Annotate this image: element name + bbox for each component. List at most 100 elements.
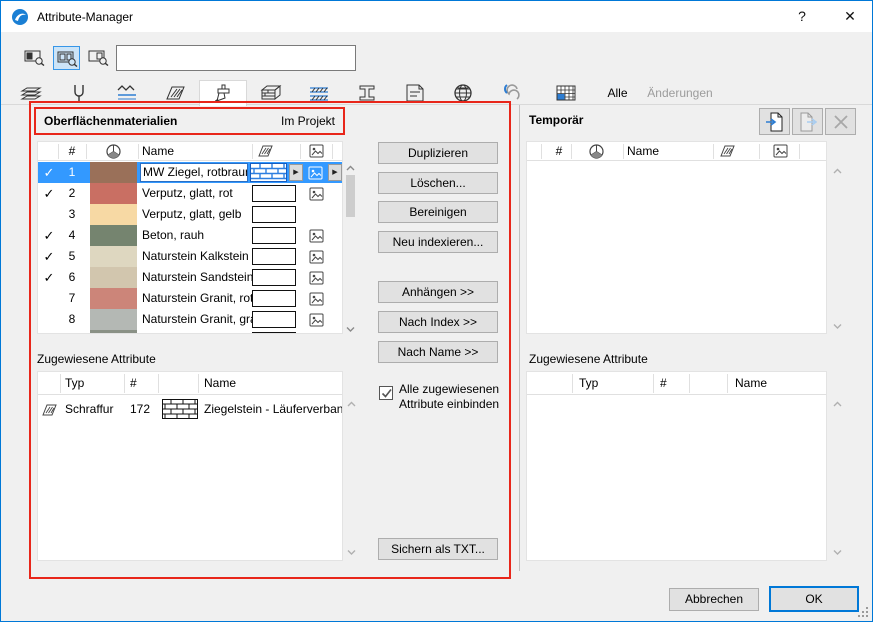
- assigned-attributes-table: Typ # Name Schraffur 172 Ziegelstein - L…: [37, 371, 343, 561]
- texture-icon: [309, 313, 324, 327]
- fill-dropdown-button[interactable]: ▶: [289, 164, 303, 181]
- scroll-up-icon[interactable]: [830, 397, 845, 411]
- row-check: ✓: [43, 228, 55, 243]
- table-row[interactable]: ✓ 4 Beton, rauh: [38, 225, 342, 246]
- fill-types-icon: [166, 86, 185, 100]
- assigned-attributes-title: Zugewiesene Attribute: [37, 352, 156, 366]
- scroll-down-icon[interactable]: [344, 545, 359, 559]
- neu-indexieren-button[interactable]: Neu indexieren...: [378, 231, 498, 253]
- scroll-down-icon[interactable]: [830, 545, 845, 559]
- tab-mep-systems[interactable]: [542, 80, 590, 105]
- anhaengen-button[interactable]: Anhängen >>: [378, 281, 498, 303]
- zone-categories-icon: [406, 84, 424, 102]
- nach-name-button[interactable]: Nach Name >>: [378, 341, 498, 363]
- texture-button[interactable]: [304, 163, 326, 182]
- tab-pens[interactable]: [55, 80, 103, 105]
- layers-icon: [20, 87, 42, 100]
- surfaces-icon: [214, 84, 230, 102]
- globe-icon: [106, 144, 121, 159]
- table-row[interactable]: 7 Naturstein Granit, rot...: [38, 288, 342, 309]
- scroll-down-icon[interactable]: [830, 319, 845, 333]
- tab-alle[interactable]: Alle: [594, 82, 641, 104]
- row-index: 8: [68, 312, 76, 326]
- texture-dropdown-button[interactable]: ▶: [328, 164, 342, 181]
- column-header-num: #: [555, 144, 563, 158]
- resize-grip[interactable]: [857, 606, 869, 618]
- title-bar: Attribute-Manager ? ✕: [1, 1, 872, 32]
- color-swatch: [90, 246, 137, 267]
- annotation-rectangle-header: Oberflächenmaterialien Im Projekt: [34, 107, 345, 135]
- fill-type-icon: [42, 404, 57, 416]
- table-row[interactable]: ✓ 6 Naturstein Sandstein,...: [38, 267, 342, 288]
- tab-fill-types[interactable]: [151, 80, 199, 105]
- scroll-down-icon[interactable]: [343, 322, 358, 336]
- table-row[interactable]: 8 Naturstein Granit, grau: [38, 309, 342, 330]
- scroll-up-icon[interactable]: [343, 161, 358, 175]
- delete-button: [825, 108, 856, 135]
- import-file-button[interactable]: [759, 108, 790, 135]
- tab-line-types[interactable]: [103, 80, 151, 105]
- mep-systems-icon: [556, 85, 576, 101]
- loeschen-button[interactable]: Löschen...: [378, 172, 498, 194]
- tab-aenderungen: Änderungen: [647, 86, 713, 100]
- scroll-up-icon[interactable]: [344, 397, 359, 411]
- fill-pattern-swatch: [252, 332, 296, 333]
- color-swatch: [90, 162, 137, 183]
- tab-operation-profiles[interactable]: [487, 80, 535, 105]
- column-header-name: Name: [627, 144, 660, 158]
- tab-cities[interactable]: [439, 80, 487, 105]
- column-header-typ: Typ: [579, 376, 599, 390]
- checkbox-label[interactable]: Alle zugewiesenen Attribute einbinden: [399, 382, 499, 412]
- fill-pattern-swatch: [252, 185, 296, 202]
- tab-composites[interactable]: [247, 80, 295, 105]
- help-button[interactable]: ?: [782, 1, 822, 32]
- table-row[interactable]: ✓ 1 MW Ziegel, rotbraun, D ▶ ▶: [38, 162, 342, 183]
- table-row[interactable]: ✓ 2 Verputz, glatt, rot: [38, 183, 342, 204]
- abbrechen-button[interactable]: Abbrechen: [669, 588, 759, 611]
- tab-zone-categories[interactable]: [391, 80, 439, 105]
- assigned-row[interactable]: Schraffur 172 Ziegelstein - Läuferverban…: [38, 396, 342, 422]
- table-row[interactable]: 3 Verputz, glatt, gelb: [38, 204, 342, 225]
- column-header-num: #: [130, 376, 137, 390]
- fill-pattern-swatch: [252, 290, 296, 307]
- filter-both-panes-icon[interactable]: [53, 46, 80, 70]
- close-icon[interactable]: ✕: [830, 1, 870, 32]
- column-header-typ: Typ: [65, 376, 85, 390]
- sichern-als-txt-button[interactable]: Sichern als TXT...: [378, 538, 498, 560]
- ok-button[interactable]: OK: [769, 586, 859, 612]
- row-check: ✓: [43, 249, 55, 264]
- globe-icon: [589, 144, 604, 159]
- filter-left-pane-icon[interactable]: [21, 46, 48, 70]
- duplizieren-button[interactable]: Duplizieren: [378, 142, 498, 164]
- texture-icon: [309, 187, 324, 201]
- name-edit-field[interactable]: MW Ziegel, rotbraun, D: [140, 163, 248, 182]
- tab-profiles[interactable]: [343, 80, 391, 105]
- tab-surfaces[interactable]: [199, 80, 247, 106]
- alle-attribute-checkbox[interactable]: [379, 386, 393, 400]
- texture-icon: [309, 229, 324, 243]
- fill-pattern-swatch: [252, 206, 296, 223]
- scrollbar-thumb[interactable]: [346, 175, 355, 217]
- bereinigen-button[interactable]: Bereinigen: [378, 201, 498, 223]
- table-row[interactable]: ✓ 5 Naturstein Kalkstein: [38, 246, 342, 267]
- tab-building-materials[interactable]: [295, 80, 343, 105]
- line-types-icon: [117, 85, 136, 100]
- texture-icon: [309, 292, 324, 306]
- scroll-up-icon[interactable]: [830, 164, 845, 178]
- table-row[interactable]: [38, 330, 342, 333]
- operation-profiles-icon: [504, 84, 520, 100]
- filter-right-pane-icon[interactable]: [85, 46, 112, 70]
- row-name: Verputz, glatt, gelb: [142, 207, 242, 221]
- texture-column-icon: [773, 144, 788, 158]
- row-name: Naturstein Granit, grau: [142, 312, 252, 326]
- materials-table-header: # Name: [38, 142, 342, 161]
- tab-layers[interactable]: [7, 80, 55, 105]
- left-panel-title: Oberflächenmaterialien: [44, 114, 178, 128]
- search-input[interactable]: [116, 45, 356, 71]
- export-file-icon: [800, 112, 818, 132]
- right-panel-title: Temporär: [529, 113, 584, 127]
- fill-pattern-swatch[interactable]: [250, 163, 287, 182]
- materials-scrollbar[interactable]: [343, 159, 358, 334]
- color-swatch: [90, 225, 137, 246]
- nach-index-button[interactable]: Nach Index >>: [378, 311, 498, 333]
